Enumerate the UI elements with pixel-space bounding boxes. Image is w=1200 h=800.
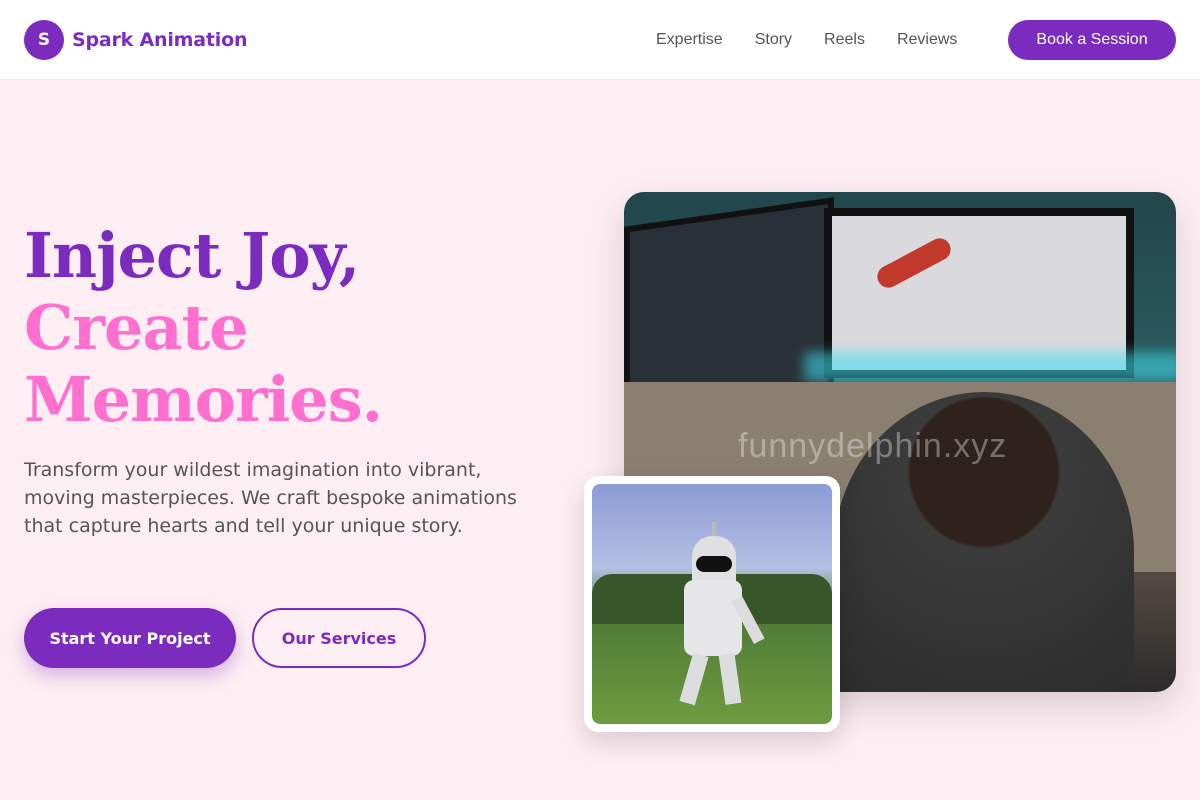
nav-link-reels[interactable]: Reels (824, 31, 865, 49)
robot-visor (696, 556, 732, 572)
robot-body (684, 580, 742, 656)
hero-title-line-3: Memories. (24, 363, 383, 436)
spark-logo-icon: S (24, 20, 64, 60)
nav-link-story[interactable]: Story (755, 31, 792, 49)
brand-logo[interactable]: S Spark Animation (24, 20, 247, 60)
hero-subtitle: Transform your wildest imagination into … (24, 459, 517, 537)
image-watermark: funnydelphin.xyz (738, 427, 1008, 465)
our-services-button[interactable]: Our Services (252, 608, 426, 668)
hero-title-line-1: Inject Joy, (24, 219, 360, 292)
brand-name: Spark Animation (72, 29, 248, 51)
book-session-button[interactable]: Book a Session (1008, 20, 1176, 60)
robot-leg-right (718, 653, 742, 705)
nav-link-expertise[interactable]: Expertise (656, 31, 723, 49)
hero-title: Inject Joy, Create Memories. (24, 219, 383, 436)
main-nav: Expertise Story Reels Reviews (640, 20, 989, 60)
start-project-button[interactable]: Start Your Project (24, 608, 236, 668)
robot-thumbnail-image (592, 484, 832, 724)
robot-leg-left (679, 652, 709, 706)
led-glow (804, 352, 1176, 382)
nav-link-reviews[interactable]: Reviews (897, 31, 957, 49)
hero-title-line-2: Create (24, 291, 249, 364)
robot-thumbnail-card (584, 476, 840, 732)
site-header: S Spark Animation Expertise Story Reels … (0, 0, 1200, 80)
